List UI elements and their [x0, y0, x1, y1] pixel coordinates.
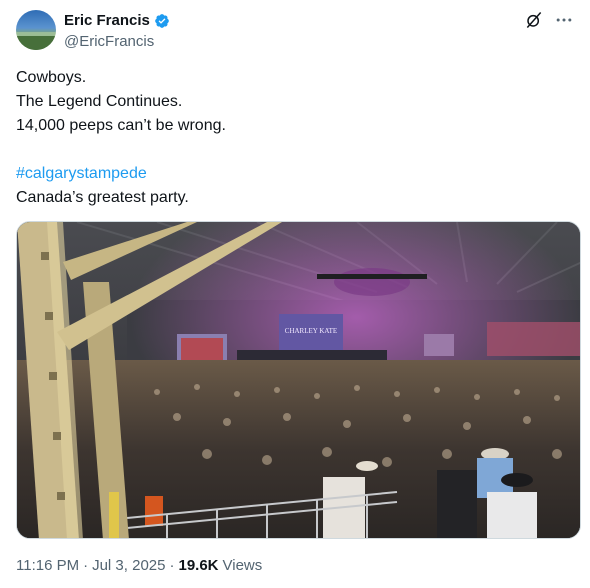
- name-row: Eric Francis: [64, 12, 170, 29]
- stage-screen-text: CHARLEY KATE: [285, 327, 337, 335]
- handle[interactable]: @EricFrancis: [64, 33, 154, 50]
- header-actions: [524, 10, 574, 30]
- avatar[interactable]: [16, 10, 56, 50]
- video-media[interactable]: CHARLEY KATE: [16, 221, 581, 539]
- verified-badge-icon: [155, 13, 169, 28]
- tweet-card: Eric Francis @EricFrancis Cowboys. The L…: [0, 0, 590, 588]
- display-name[interactable]: Eric Francis: [64, 12, 150, 29]
- hashtag-link[interactable]: #calgarystampede: [16, 165, 147, 182]
- grok-icon[interactable]: [524, 10, 544, 30]
- text-line-2: The Legend Continues.: [16, 93, 183, 110]
- post-date[interactable]: Jul 3, 2025: [92, 557, 165, 574]
- text-line-3: 14,000 peeps can’t be wrong.: [16, 117, 226, 134]
- text-line-1: Cowboys.: [16, 69, 87, 86]
- more-icon[interactable]: [554, 10, 574, 30]
- tweet-text: Cowboys. The Legend Continues. 14,000 pe…: [16, 66, 226, 210]
- post-time[interactable]: 11:16 PM: [16, 557, 79, 574]
- separator-2: ·: [169, 557, 175, 574]
- tagline: Canada’s greatest party.: [16, 189, 189, 206]
- tweet-header: Eric Francis @EricFrancis: [16, 10, 574, 54]
- separator: ·: [83, 557, 89, 574]
- concert-scene: CHARLEY KATE: [17, 222, 580, 538]
- views-label: Views: [222, 557, 263, 574]
- tweet-footer: 11:16 PM · Jul 3, 2025 · 19.6K Views: [16, 557, 262, 574]
- views-count: 19.6K: [178, 557, 219, 574]
- avatar-field: [16, 36, 56, 50]
